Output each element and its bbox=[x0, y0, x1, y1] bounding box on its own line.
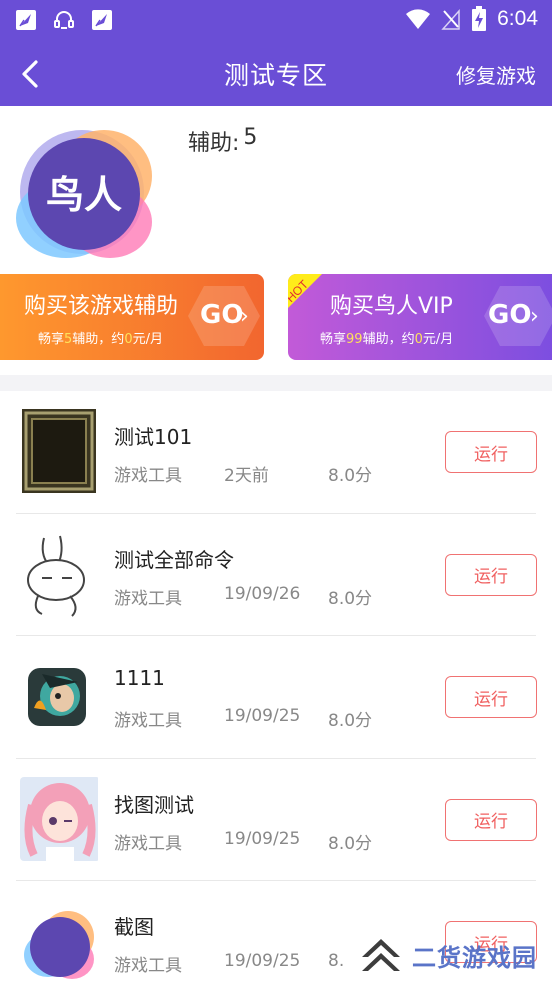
sub-suffix: 元/月 bbox=[422, 332, 454, 347]
battery-charging-icon bbox=[472, 6, 487, 31]
game-meta: 游戏工具 2天前 8.0分 bbox=[114, 461, 372, 486]
game-category: 游戏工具 bbox=[114, 588, 182, 609]
list-item[interactable]: 测试101 游戏工具 2天前 8.0分 运行 bbox=[0, 391, 552, 514]
headset-icon bbox=[54, 11, 74, 29]
banner-subtitle: 畅享99辅助，约0元/月 bbox=[320, 328, 453, 347]
list-item[interactable]: 1111 游戏工具 19/09/25 8.0分 运行 bbox=[0, 636, 552, 759]
game-title: 截图 bbox=[114, 915, 154, 939]
run-button[interactable]: 运行 bbox=[445, 431, 537, 473]
game-score: 8.0分 bbox=[328, 588, 373, 609]
assist-value: 5 bbox=[243, 125, 258, 150]
game-meta: 游戏工具 19/09/26 8.0分 bbox=[114, 584, 372, 609]
rabbit-sketch-icon bbox=[20, 529, 98, 618]
game-category: 游戏工具 bbox=[114, 833, 182, 854]
notification-feather-icon bbox=[92, 10, 112, 30]
banner-title: 购买鸟人VIP bbox=[330, 294, 453, 319]
status-notifications bbox=[14, 8, 114, 32]
no-signal-icon bbox=[441, 9, 460, 30]
sub-number: 99 bbox=[346, 332, 363, 347]
dark-frame-game-icon bbox=[22, 409, 96, 493]
sub-prefix: 畅享 bbox=[320, 332, 347, 347]
hero-game-icon bbox=[28, 668, 86, 726]
list-item[interactable]: 找图测试 游戏工具 19/09/25 8.0分 运行 bbox=[0, 759, 552, 881]
notification-feather-icon bbox=[16, 10, 36, 30]
repair-game-button[interactable]: 修复游戏 bbox=[456, 60, 536, 89]
game-title: 1111 bbox=[114, 666, 165, 690]
game-date: 2天前 bbox=[224, 466, 269, 486]
game-score: 8.0分 bbox=[328, 711, 373, 731]
game-title: 找图测试 bbox=[114, 792, 194, 817]
list-item[interactable]: 测试全部命令 游戏工具 19/09/26 8.0分 运行 bbox=[0, 514, 552, 636]
game-category: 游戏工具 bbox=[114, 956, 182, 976]
game-date: 19/09/25 bbox=[224, 951, 301, 971]
game-date: 19/09/25 bbox=[224, 706, 301, 726]
game-score: 8.0分 bbox=[328, 833, 373, 854]
chevron-logo-icon bbox=[362, 939, 400, 971]
title-bar: 测试专区 修复游戏 bbox=[0, 40, 552, 106]
watermark: 二货游戏园 bbox=[358, 932, 552, 978]
clock: 6:04 bbox=[497, 7, 538, 30]
game-title: 测试全部命令 bbox=[114, 547, 234, 572]
logo-text: 鸟人 bbox=[46, 173, 122, 217]
birdman-logo-icon: 鸟人 bbox=[16, 130, 152, 258]
go-label: GO bbox=[200, 300, 244, 330]
section-divider bbox=[0, 375, 552, 391]
status-system: 6:04 bbox=[405, 6, 538, 32]
chevron-right-icon: › bbox=[530, 304, 539, 329]
watermark-text: 二货游戏园 bbox=[412, 943, 537, 972]
banner-title: 购买该游戏辅助 bbox=[24, 294, 179, 319]
run-button[interactable]: 运行 bbox=[445, 676, 537, 718]
anime-girl-icon bbox=[20, 776, 98, 861]
sub-price: 0 bbox=[414, 332, 423, 347]
game-meta: 游戏工具 19/09/25 8.0分 bbox=[114, 829, 372, 854]
app-logo: 鸟人 bbox=[14, 122, 154, 262]
buy-game-assist-banner[interactable]: 购买该游戏辅助 畅享5辅助，约0元/月 GO › bbox=[0, 274, 264, 360]
game-category: 游戏工具 bbox=[114, 466, 182, 486]
game-meta: 游戏工具 19/09/25 8. bbox=[114, 951, 344, 976]
game-meta: 游戏工具 19/09/25 8.0分 bbox=[114, 706, 372, 731]
banner-subtitle: 畅享5辅助，约0元/月 bbox=[38, 328, 163, 347]
game-score: 8.0分 bbox=[328, 466, 373, 486]
assist-label: 辅助: bbox=[188, 131, 240, 156]
sub-suffix: 元/月 bbox=[132, 332, 163, 347]
birdman-blob-icon bbox=[24, 911, 94, 979]
run-button[interactable]: 运行 bbox=[445, 798, 537, 841]
sub-mid: 辅助，约 bbox=[362, 332, 415, 347]
sub-price: 0 bbox=[124, 332, 133, 347]
sub-mid: 辅助，约 bbox=[72, 332, 125, 347]
game-date: 19/09/25 bbox=[224, 828, 301, 849]
buy-vip-banner[interactable]: HOT 购买鸟人VIP 畅享99辅助，约0元/月 GO › bbox=[288, 274, 552, 360]
wifi-icon bbox=[406, 9, 431, 29]
game-category: 游戏工具 bbox=[114, 711, 182, 731]
status-bar: 6:04 bbox=[0, 0, 552, 40]
run-button[interactable]: 运行 bbox=[445, 553, 537, 596]
game-list: 测试101 游戏工具 2天前 8.0分 运行 测试全部命令 游戏工具 19/09… bbox=[0, 391, 552, 1004]
chevron-right-icon: › bbox=[240, 304, 249, 329]
sub-prefix: 畅享 bbox=[38, 332, 65, 347]
assist-count: 辅助: 5 bbox=[188, 125, 257, 157]
go-label: GO bbox=[488, 300, 532, 330]
game-score: 8. bbox=[328, 951, 345, 971]
game-date: 19/09/26 bbox=[224, 583, 301, 604]
game-title: 测试101 bbox=[114, 425, 193, 449]
